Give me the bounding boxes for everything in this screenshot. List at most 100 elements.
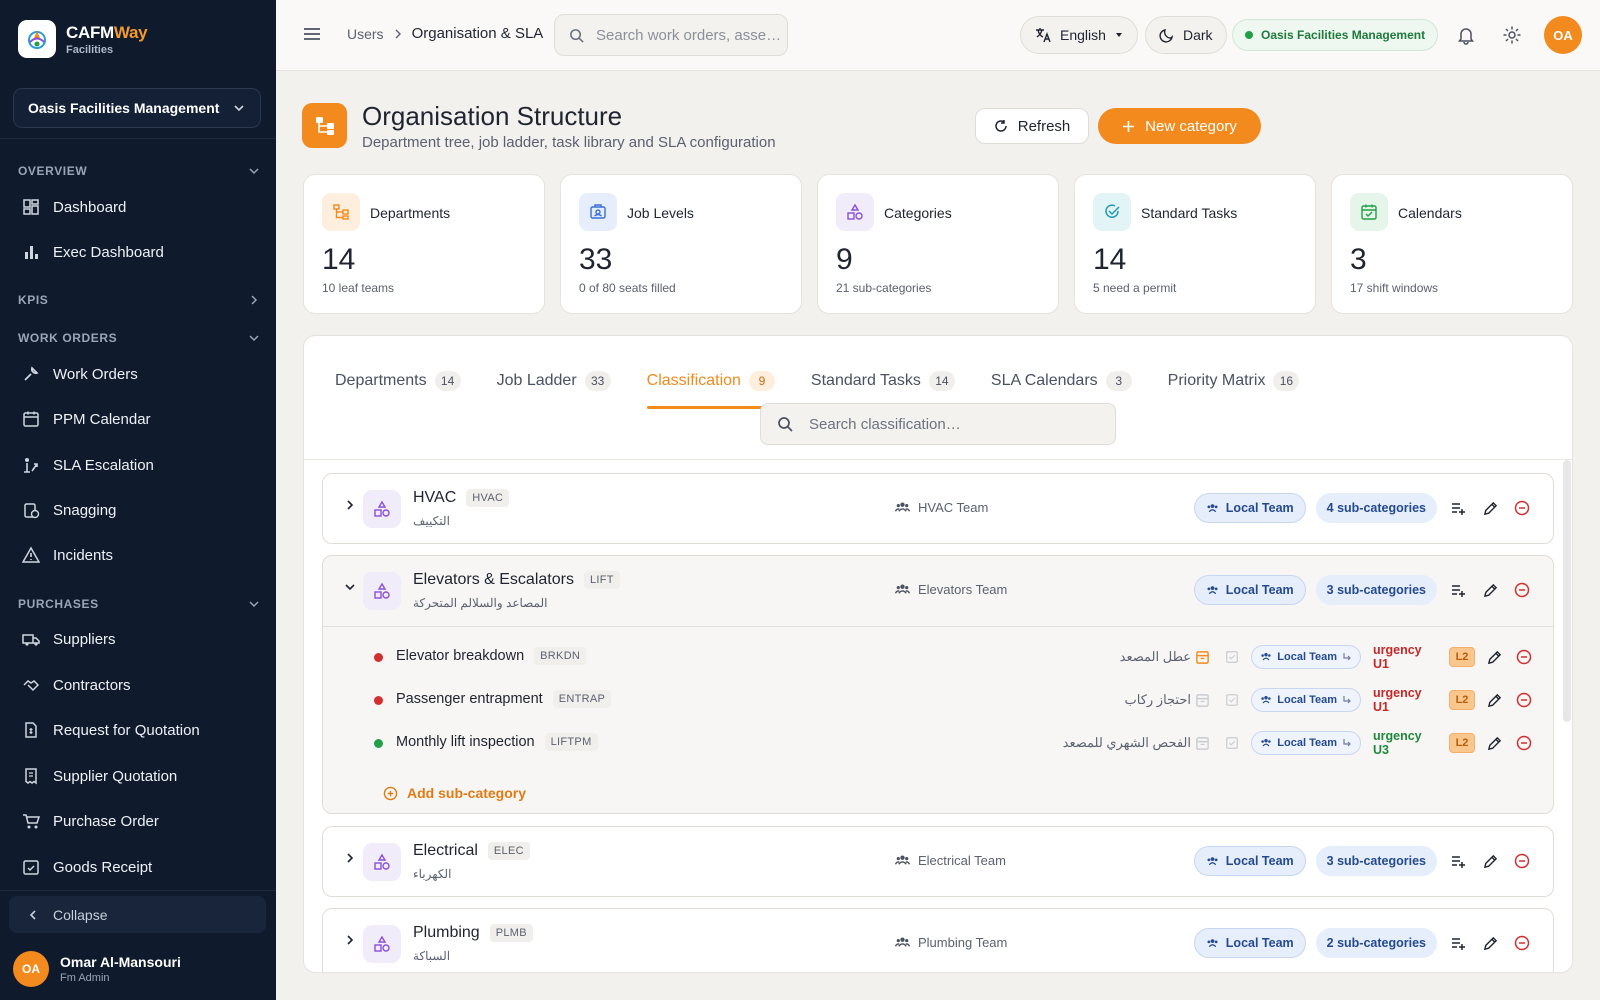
subcategory-name: Passenger entrapment ENTRAP [396, 690, 612, 708]
add-subcategory-button[interactable]: Add sub-category [383, 785, 526, 801]
org-status-badge[interactable]: Oasis Facilities Management [1232, 19, 1439, 51]
bell-icon[interactable] [1456, 25, 1476, 45]
edit-icon[interactable] [1483, 689, 1505, 711]
scrollbar[interactable] [1563, 460, 1571, 722]
chevron-right-icon[interactable] [343, 933, 357, 947]
gear-icon[interactable] [1502, 25, 1522, 45]
tab-job-ladder[interactable]: Job Ladder 33 [497, 362, 611, 400]
subcategory-row[interactable]: Passenger entrapment ENTRAP احتجاز ركاب L… [323, 679, 1555, 721]
chevron-down-icon[interactable] [343, 580, 357, 594]
tab-standard-tasks[interactable]: Standard Tasks 14 [811, 362, 955, 400]
section-purchases[interactable]: PURCHASES [18, 597, 260, 611]
stat-card-calendars[interactable]: Calendars 3 17 shift windows [1331, 174, 1573, 314]
user-profile[interactable]: OA Omar Al-Mansouri Fm Admin [13, 951, 181, 987]
new-category-button[interactable]: New category [1098, 108, 1261, 144]
remove-icon[interactable] [1511, 579, 1533, 601]
tab-departments[interactable]: Departments 14 [335, 362, 461, 400]
category-row-elevators[interactable]: Elevators & Escalators LIFT المصاعد والسل… [322, 555, 1555, 814]
language-selector[interactable]: English [1020, 16, 1138, 54]
global-search-input[interactable]: Search work orders, asse… [554, 14, 788, 56]
remove-icon[interactable] [1513, 732, 1535, 754]
sidebar-item-snagging[interactable]: Snagging [22, 501, 116, 519]
edit-icon[interactable] [1483, 646, 1505, 668]
brand[interactable]: CAFMWay Facilities [18, 20, 148, 58]
classification-search-input[interactable]: Search classification… [760, 403, 1116, 445]
remove-icon[interactable] [1511, 932, 1533, 954]
category-row-electrical[interactable]: Electrical ELEC الكهرباء Electrical Team … [322, 826, 1554, 897]
subcategory-title: Passenger entrapment [396, 691, 543, 707]
tab-priority-matrix[interactable]: Priority Matrix 16 [1168, 362, 1300, 400]
sidebar-item-incidents[interactable]: Incidents [22, 546, 113, 564]
dashboard-icon [23, 199, 39, 215]
add-subcategory-icon[interactable] [1447, 850, 1469, 872]
sidebar-item-label: Dashboard [53, 198, 127, 216]
sidebar-item-purchase-order[interactable]: Purchase Order [22, 812, 159, 830]
tab-label: Standard Tasks [810, 372, 921, 389]
stat-card-standard-tasks[interactable]: Standard Tasks 14 5 need a permit [1074, 174, 1316, 314]
org-selector[interactable]: Oasis Facilities Management [13, 88, 261, 128]
menu-icon[interactable] [302, 24, 322, 44]
edit-icon[interactable] [1479, 850, 1501, 872]
search-icon [778, 417, 793, 432]
remove-icon[interactable] [1513, 646, 1535, 668]
chevron-right-icon[interactable] [343, 498, 357, 512]
tab-classification[interactable]: Classification 9 [646, 362, 776, 409]
remove-icon[interactable] [1513, 689, 1535, 711]
sidebar-item-rfq[interactable]: Request for Quotation [22, 721, 200, 739]
remove-icon[interactable] [1511, 497, 1533, 519]
sidebar-item-dashboard[interactable]: Dashboard [22, 198, 126, 216]
category-row-plumbing[interactable]: Plumbing PLMB السباكة Plumbing Team Local… [322, 908, 1554, 972]
add-subcategory-icon[interactable] [1447, 497, 1469, 519]
remove-icon[interactable] [1511, 850, 1533, 872]
user-avatar[interactable]: OA [1544, 16, 1582, 54]
sidebar-item-suppliers[interactable]: Suppliers [22, 630, 116, 648]
stat-sub: 5 need a permit [1093, 281, 1177, 295]
stat-card-categories[interactable]: Categories 9 21 sub-categories [817, 174, 1059, 314]
chevron-down-icon [249, 335, 259, 342]
edit-icon[interactable] [1479, 579, 1501, 601]
subcategory-row[interactable]: Monthly lift inspection LIFTPM الفحص الشه… [323, 722, 1555, 764]
tab-count: 16 [1273, 371, 1300, 391]
chevron-right-icon[interactable] [343, 851, 357, 865]
page-title: Organisation Structure [362, 101, 623, 131]
section-work-orders[interactable]: WORK ORDERS [18, 331, 260, 345]
plus-circle-icon [383, 786, 398, 800]
sidebar-item-work-orders[interactable]: Work Orders [22, 365, 138, 383]
chevron-down-icon [234, 105, 244, 112]
refresh-icon [995, 120, 1007, 132]
subcategory-name: Elevator breakdown BRKDN [396, 647, 587, 665]
local-team-badge: Local Team [1193, 846, 1306, 876]
page-subtitle: Department tree, job ladder, task librar… [362, 134, 776, 151]
subcategory-actions: Local Team urgency U1 L2 [1191, 643, 1535, 671]
section-overview[interactable]: OVERVIEW [18, 164, 260, 178]
translate-icon [1036, 28, 1051, 43]
edit-icon[interactable] [1479, 932, 1501, 954]
add-subcategory-icon[interactable] [1447, 579, 1469, 601]
sidebar-item-exec-dashboard[interactable]: Exec Dashboard [22, 243, 164, 261]
sidebar-divider [0, 138, 276, 139]
stat-card-departments[interactable]: Departments 14 10 leaf teams [303, 174, 545, 314]
section-kpis[interactable]: KPIS [18, 293, 260, 307]
subcategory-row[interactable]: Elevator breakdown BRKDN عطل المصعد Local… [323, 636, 1555, 678]
sidebar-item-sla-escalation[interactable]: SLA Escalation [22, 456, 154, 474]
tab-sla-calendars[interactable]: SLA Calendars 3 [991, 362, 1132, 400]
collapse-sidebar-button[interactable]: Collapse [9, 896, 266, 933]
sidebar-item-goods-receipt[interactable]: Goods Receipt [22, 858, 152, 876]
add-subcategory-icon[interactable] [1447, 932, 1469, 954]
status-dot [374, 653, 383, 662]
breadcrumb-users[interactable]: Users [347, 26, 384, 42]
tab-count: 14 [434, 371, 461, 391]
category-row-hvac[interactable]: HVAC HVAC التكييف HVAC Team Local Team 4 … [322, 473, 1554, 544]
sidebar-item-ppm-calendar[interactable]: PPM Calendar [22, 410, 151, 428]
sidebar-item-contractors[interactable]: Contractors [22, 676, 131, 694]
tab-label: Job Ladder [496, 372, 577, 389]
chevron-right-icon [395, 29, 401, 38]
theme-toggle[interactable]: Dark [1145, 16, 1227, 54]
stat-card-job-levels[interactable]: Job Levels 33 0 of 80 seats filled [560, 174, 802, 314]
sidebar-item-supplier-quotation[interactable]: Supplier Quotation [22, 767, 177, 785]
team-icon [895, 502, 910, 512]
edit-icon[interactable] [1479, 497, 1501, 519]
refresh-button[interactable]: Refresh [975, 108, 1089, 144]
edit-icon[interactable] [1483, 732, 1505, 754]
local-team-badge: Local Team [1251, 688, 1361, 712]
